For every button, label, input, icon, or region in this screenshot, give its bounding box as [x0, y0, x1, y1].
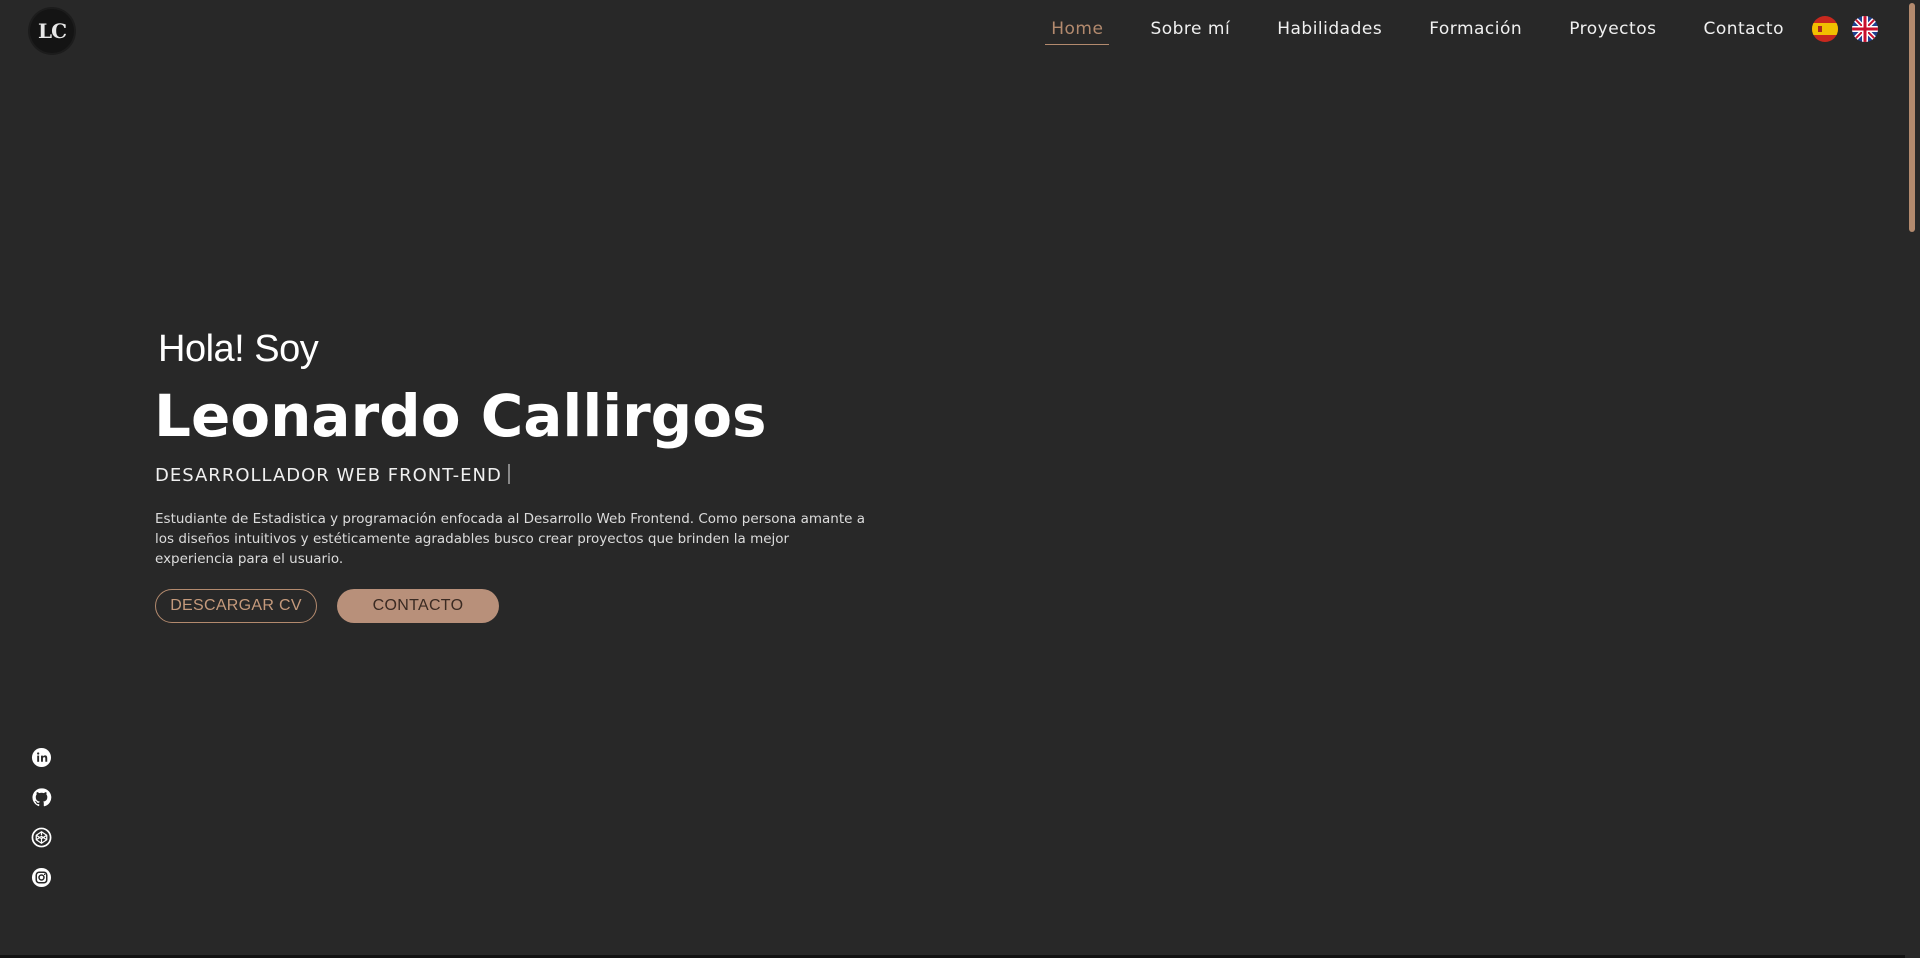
logo-text: LC [38, 19, 67, 43]
nav-home[interactable]: Home [1045, 0, 1110, 58]
codepen-icon[interactable] [31, 827, 52, 848]
social-links [31, 747, 52, 888]
hero-name: Leonardo Callirgos [154, 382, 767, 450]
contact-button[interactable]: CONTACTO [337, 589, 499, 623]
uk-flag-icon[interactable] [1852, 16, 1878, 42]
linkedin-icon[interactable] [31, 747, 52, 768]
main-nav: Home Sobre mí Habilidades Formación Proy… [1045, 0, 1790, 58]
nav-sobre-mi[interactable]: Sobre mí [1144, 0, 1236, 58]
nav-habilidades[interactable]: Habilidades [1271, 0, 1388, 58]
scrollbar-thumb[interactable] [1909, 3, 1915, 232]
hero-greeting: Hola! Soy [158, 328, 319, 370]
hero-role-text: DESARROLLADOR WEB FRONT-END [155, 465, 502, 486]
github-icon[interactable] [31, 787, 52, 808]
download-cv-button[interactable]: DESCARGAR CV [155, 589, 317, 623]
page: LC Home Sobre mí Habilidades Formación P… [0, 0, 1920, 958]
hero-description: Estudiante de Estadistica y programación… [155, 511, 866, 567]
nav-proyectos[interactable]: Proyectos [1563, 0, 1662, 58]
hero-role: DESARROLLADOR WEB FRONT-END [155, 464, 510, 486]
site-logo[interactable]: LC [30, 9, 74, 53]
page-scrollbar[interactable] [1905, 0, 1920, 958]
instagram-icon[interactable] [31, 867, 52, 888]
nav-contacto[interactable]: Contacto [1697, 0, 1790, 58]
language-switcher [1812, 16, 1878, 42]
nav-formacion[interactable]: Formación [1423, 0, 1528, 58]
typing-cursor [507, 464, 510, 484]
spain-flag-icon[interactable] [1812, 16, 1838, 42]
